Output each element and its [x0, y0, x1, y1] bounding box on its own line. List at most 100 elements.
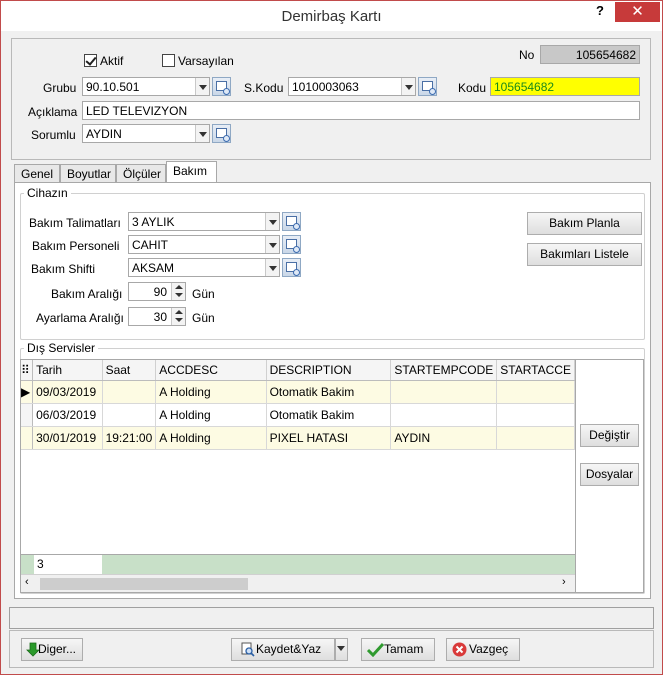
- cell[interactable]: A Holding: [155, 426, 267, 450]
- skodu-value: 1010003063: [292, 80, 359, 94]
- cell[interactable]: A Holding: [155, 403, 267, 427]
- cell[interactable]: 30/01/2019: [32, 426, 103, 450]
- scroll-left-icon[interactable]: ‹: [25, 576, 29, 588]
- grid-options-icon[interactable]: ⠿: [21, 360, 34, 381]
- cell[interactable]: A Holding: [155, 380, 267, 404]
- col-description[interactable]: DESCRIPTION: [266, 360, 392, 381]
- diger-button[interactable]: Diger...: [21, 638, 83, 661]
- col-accdesc[interactable]: ACCDESC: [155, 360, 267, 381]
- shift-lookup-icon[interactable]: [282, 258, 301, 277]
- aralik-value: 90: [153, 285, 167, 299]
- talimat-combo[interactable]: 3 AYLIK: [128, 212, 280, 231]
- aralik-unit: Gün: [192, 287, 215, 301]
- checkmark-icon: [367, 642, 384, 657]
- aralik-stepper[interactable]: 90: [128, 282, 186, 301]
- cell[interactable]: [390, 380, 498, 404]
- tamam-button[interactable]: Tamam: [361, 638, 435, 661]
- close-button[interactable]: ✕: [615, 2, 660, 22]
- window-title: Demirbaş Kartı: [281, 8, 382, 25]
- cell[interactable]: [390, 403, 498, 427]
- row-indicator: [21, 426, 34, 450]
- grubu-value: 90.10.501: [86, 80, 140, 94]
- aktif-checkbox[interactable]: [84, 54, 97, 67]
- spinner-arrows-icon[interactable]: [171, 308, 185, 325]
- cell[interactable]: Otomatik Bakim: [266, 403, 392, 427]
- kaydet-yaz-button[interactable]: Kaydet&Yaz: [231, 638, 335, 661]
- cell[interactable]: 09/03/2019: [32, 380, 103, 404]
- scroll-thumb[interactable]: [40, 578, 248, 590]
- shift-value: AKSAM: [132, 261, 175, 275]
- tab-olculer[interactable]: Ölçüler: [116, 164, 166, 183]
- bakimlari-listele-button[interactable]: Bakımları Listele: [527, 243, 642, 266]
- chevron-down-icon[interactable]: [265, 236, 279, 253]
- table-row[interactable]: 30/01/2019 19:21:00 A Holding PIXEL HATA…: [21, 426, 575, 450]
- personel-lookup-icon[interactable]: [282, 235, 301, 254]
- col-startempcode[interactable]: STARTEMPCODE: [390, 360, 498, 381]
- no-label: No: [519, 48, 535, 62]
- personel-combo[interactable]: CAHIT: [128, 235, 280, 254]
- cell[interactable]: Otomatik Bakim: [266, 380, 392, 404]
- personel-value: CAHIT: [132, 238, 168, 252]
- bakim-planla-button[interactable]: Bakım Planla: [527, 212, 642, 235]
- aciklama-field[interactable]: LED TELEVIZYON: [82, 101, 640, 120]
- row-indicator: [21, 403, 34, 427]
- cell[interactable]: [102, 403, 157, 427]
- aciklama-label: Açıklama: [28, 105, 78, 119]
- grubu-combo[interactable]: 90.10.501: [82, 77, 210, 96]
- kaydet-yaz-label: Kaydet&Yaz: [256, 642, 322, 656]
- kaydet-dropdown-button[interactable]: [335, 638, 348, 661]
- shift-label: Bakım Shifti: [31, 262, 96, 276]
- talimat-label: Bakım Talimatları: [29, 216, 121, 230]
- cell[interactable]: [496, 380, 575, 404]
- table-row[interactable]: 06/03/2019 A Holding Otomatik Bakim: [21, 403, 575, 427]
- table-row[interactable]: ▶ 09/03/2019 A Holding Otomatik Bakim: [21, 380, 575, 404]
- shift-combo[interactable]: AKSAM: [128, 258, 280, 277]
- dosyalar-button[interactable]: Dosyalar: [580, 463, 639, 486]
- no-field: 105654682: [540, 45, 640, 64]
- skodu-combo[interactable]: 1010003063: [288, 77, 416, 96]
- cell[interactable]: [496, 403, 575, 427]
- cell[interactable]: 19:21:00: [102, 426, 157, 450]
- ayarlama-value: 30: [153, 310, 167, 324]
- vazgec-button[interactable]: Vazgeç: [446, 638, 520, 661]
- grubu-lookup-icon[interactable]: [212, 77, 231, 96]
- cell[interactable]: [102, 380, 157, 404]
- talimat-value: 3 AYLIK: [132, 215, 175, 229]
- col-saat[interactable]: Saat: [102, 360, 157, 381]
- degistir-button[interactable]: Değiştir: [580, 424, 639, 447]
- cell[interactable]: [496, 426, 575, 450]
- print-preview-icon: [241, 642, 255, 657]
- varsayilan-label: Varsayılan: [178, 54, 234, 68]
- ayarlama-stepper[interactable]: 30: [128, 307, 186, 326]
- varsayilan-checkbox[interactable]: [162, 54, 175, 67]
- header-panel: Aktif Varsayılan No 105654682 Grubu 90.1…: [11, 38, 651, 160]
- chevron-down-icon[interactable]: [265, 213, 279, 230]
- tab-bakim[interactable]: Bakım: [166, 161, 217, 183]
- chevron-down-icon[interactable]: [195, 78, 209, 95]
- sorumlu-combo[interactable]: AYDIN: [82, 124, 210, 143]
- cancel-icon: [452, 642, 467, 657]
- ayarlama-label: Ayarlama Aralığı: [36, 311, 124, 325]
- scroll-right-icon[interactable]: ›: [562, 576, 566, 588]
- arrow-down-icon: [26, 642, 40, 657]
- cell[interactable]: AYDIN: [390, 426, 498, 450]
- grid-header-row: ⠿ Tarih Saat ACCDESC DESCRIPTION STARTEM…: [21, 360, 575, 381]
- col-tarih[interactable]: Tarih: [32, 360, 103, 381]
- chevron-down-icon[interactable]: [401, 78, 415, 95]
- help-button[interactable]: ?: [593, 3, 607, 23]
- sorumlu-lookup-icon[interactable]: [212, 124, 231, 143]
- col-startacce[interactable]: STARTACCE: [496, 360, 575, 381]
- chevron-down-icon[interactable]: [195, 125, 209, 142]
- kodu-field[interactable]: 105654682: [490, 77, 640, 96]
- tab-genel[interactable]: Genel: [14, 164, 60, 183]
- spinner-arrows-icon[interactable]: [171, 283, 185, 300]
- horizontal-scrollbar[interactable]: ‹ ›: [21, 574, 575, 592]
- talimat-lookup-icon[interactable]: [282, 212, 301, 231]
- skodu-lookup-icon[interactable]: [418, 77, 437, 96]
- servis-grid[interactable]: ⠿ Tarih Saat ACCDESC DESCRIPTION STARTEM…: [20, 359, 576, 593]
- cell[interactable]: 06/03/2019: [32, 403, 103, 427]
- tab-boyutlar[interactable]: Boyutlar: [60, 164, 116, 183]
- cell[interactable]: PIXEL HATASI: [266, 426, 392, 450]
- skodu-label: S.Kodu: [244, 81, 284, 95]
- chevron-down-icon[interactable]: [265, 259, 279, 276]
